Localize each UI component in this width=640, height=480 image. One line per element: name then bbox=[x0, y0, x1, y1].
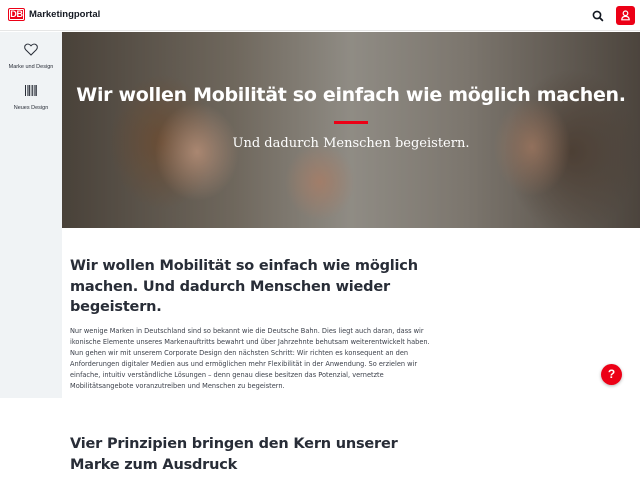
barcode-icon bbox=[25, 85, 37, 96]
hero-divider bbox=[334, 121, 368, 124]
hero-title: Wir wollen Mobilität so einfach wie mögl… bbox=[76, 84, 626, 106]
help-icon: ? bbox=[607, 367, 616, 381]
intro-text: Nur wenige Marken in Deutschland sind so… bbox=[70, 326, 430, 390]
sidebar-item-label: Neues Design bbox=[13, 105, 49, 111]
sidebar: Marke und Design Neues Design bbox=[0, 32, 62, 398]
search-icon bbox=[592, 10, 604, 22]
logo-text: DB bbox=[10, 9, 23, 19]
hero-subtitle: Und dadurch Menschen begeistern. bbox=[232, 136, 470, 151]
sidebar-item-marke-und-design[interactable]: Marke und Design bbox=[0, 41, 62, 70]
intro-section: Wir wollen Mobilität so einfach wie mögl… bbox=[70, 256, 450, 392]
sidebar-item-neues-design[interactable]: Neues Design bbox=[0, 82, 62, 111]
db-logo[interactable]: DB bbox=[8, 8, 25, 21]
user-button[interactable] bbox=[616, 6, 635, 25]
top-bar: DB Marketingportal bbox=[0, 0, 640, 31]
intro-heading: Wir wollen Mobilität so einfach wie mögl… bbox=[70, 258, 418, 315]
brand-name[interactable]: Marketingportal bbox=[29, 9, 100, 20]
search-button[interactable] bbox=[589, 7, 607, 25]
user-icon bbox=[621, 10, 630, 21]
hero-image bbox=[62, 32, 640, 228]
principles-heading: Vier Prinzipien bringen den Kern unserer… bbox=[70, 436, 398, 473]
help-button[interactable]: ? bbox=[601, 364, 622, 385]
sidebar-item-label: Marke und Design bbox=[8, 64, 54, 70]
hero-banner: Wir wollen Mobilität so einfach wie mögl… bbox=[62, 32, 640, 228]
heart-icon bbox=[24, 43, 38, 56]
